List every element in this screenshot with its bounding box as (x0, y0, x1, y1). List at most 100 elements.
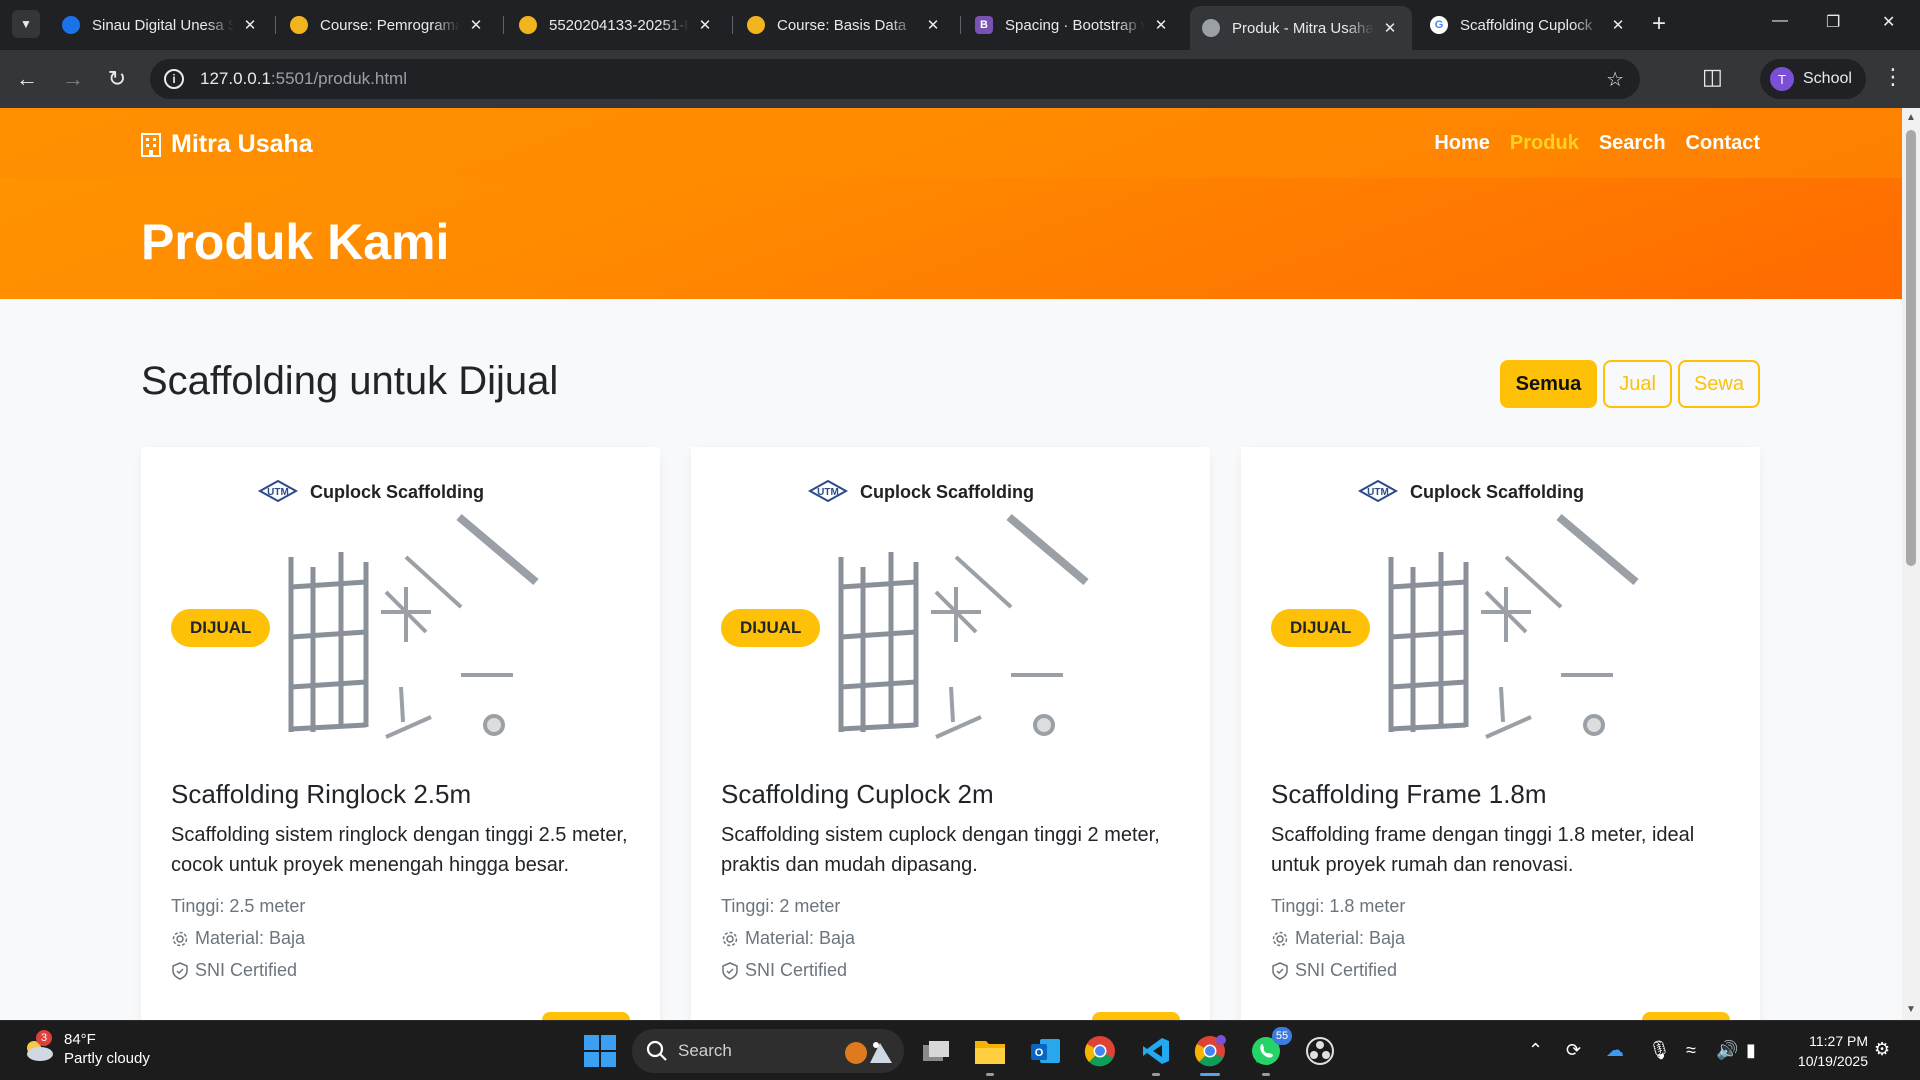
nav-contact[interactable]: Contact (1686, 132, 1760, 155)
bootstrap-icon: B (975, 16, 993, 34)
close-icon[interactable]: ✕ (466, 16, 486, 34)
whatsapp-icon[interactable]: 55 (1248, 1027, 1292, 1076)
task-view-icon[interactable] (918, 1033, 954, 1069)
battery-icon[interactable]: ▮ (1746, 1040, 1756, 1061)
taskbar-search[interactable]: Search (632, 1029, 904, 1073)
shield-check-icon (1272, 961, 1288, 980)
microphone-icon[interactable]: 🎙 (1648, 1040, 1671, 1061)
new-tab-button[interactable]: + (1652, 12, 1666, 36)
onedrive-icon[interactable]: ☁ (1606, 1040, 1624, 1061)
tab-title: Produk - Mitra Usaha (1232, 19, 1374, 37)
page-title: Produk Kami (141, 214, 450, 270)
outlook-icon[interactable]: O (1028, 1033, 1064, 1069)
back-button[interactable]: ← (12, 64, 42, 94)
site-brand[interactable]: Mitra Usaha (141, 130, 313, 159)
tab-separator (960, 16, 961, 34)
product-card[interactable]: UTM Cuplock Scaffolding DIJUAL Scaffoldi… (1241, 447, 1760, 1020)
menu-icon[interactable]: ⋮ (1882, 64, 1904, 90)
nav-home[interactable]: Home (1434, 132, 1490, 155)
spec-material: Material: Baja (171, 928, 305, 949)
spec-cert-text: SNI Certified (1295, 960, 1398, 980)
chevron-up-icon[interactable]: ⌃ (1528, 1040, 1543, 1061)
close-icon[interactable]: ✕ (1380, 19, 1400, 37)
filter-sewa-button[interactable]: Sewa (1677, 360, 1760, 408)
close-icon[interactable]: ✕ (1608, 16, 1628, 34)
address-bar[interactable]: i 127.0.0.1:5501/produk.html ☆ (150, 59, 1640, 99)
spec-material-text: Material: Baja (1295, 928, 1406, 948)
product-action-button[interactable] (542, 1012, 630, 1020)
profile-button[interactable]: T School (1760, 59, 1866, 99)
tab-title: Course: Basis Data (777, 16, 907, 34)
svg-text:Cuplock Scaffolding: Cuplock Scaffolding (310, 482, 484, 502)
svg-text:UTM: UTM (1367, 487, 1389, 498)
tab-sinau-digital[interactable]: Sinau Digital Unesa S ✕ (50, 8, 272, 42)
weather-widget[interactable]: 3 84°F Partly cloudy (22, 1030, 150, 1068)
svg-text:UTM: UTM (817, 487, 839, 498)
close-icon[interactable]: ✕ (240, 16, 260, 34)
obs-icon[interactable] (1302, 1033, 1338, 1069)
site-info-icon[interactable]: i (164, 69, 184, 89)
status-badge: DIJUAL (171, 609, 271, 647)
tab-search-button[interactable]: ▼ (12, 10, 40, 38)
product-name: Scaffolding Cuplock 2m (721, 779, 994, 809)
tab-course-pemrograman[interactable]: Course: Pemrograma ✕ (278, 8, 498, 42)
system-clock[interactable]: 11:27 PM 10/19/2025 (1782, 1031, 1868, 1071)
globe-icon (1202, 19, 1220, 37)
tab-bootstrap-spacing[interactable]: B Spacing · Bootstrap v ✕ (963, 8, 1183, 42)
tab-scaffolding-cuplock[interactable]: G Scaffolding Cuplock ✕ (1418, 8, 1640, 42)
close-icon[interactable]: ✕ (923, 16, 943, 34)
reload-button[interactable]: ↻ (102, 64, 132, 94)
svg-text:Cuplock Scaffolding: Cuplock Scaffolding (860, 482, 1034, 502)
product-image: UTM Cuplock Scaffolding (141, 447, 660, 757)
unesa-icon (62, 16, 80, 34)
extensions-icon[interactable]: ◫ (1702, 64, 1723, 90)
minimize-icon[interactable]: — (1772, 12, 1788, 30)
sync-icon[interactable]: ⟳ (1566, 1040, 1581, 1061)
weather-badge: 3 (36, 1030, 52, 1046)
file-explorer-icon[interactable] (972, 1033, 1008, 1076)
notification-count: 55 (1272, 1027, 1292, 1045)
close-icon[interactable]: ✕ (1151, 16, 1171, 34)
chrome-school-icon[interactable] (1192, 1033, 1228, 1076)
moodle-icon (290, 16, 308, 34)
nav-search[interactable]: Search (1599, 132, 1666, 155)
scroll-down-icon[interactable]: ▼ (1906, 1004, 1916, 1015)
tab-course-basis-data[interactable]: Course: Basis Data ✕ (735, 8, 955, 42)
windows-start-icon[interactable] (584, 1035, 616, 1067)
search-label: Search (678, 1041, 732, 1060)
spec-certification: SNI Certified (171, 960, 297, 981)
shield-check-icon (172, 961, 188, 980)
filter-group: Semua Jual Sewa (1494, 360, 1760, 408)
avatar: T (1770, 67, 1794, 91)
product-action-button[interactable] (1642, 1012, 1730, 1020)
bookmark-star-icon[interactable]: ☆ (1606, 67, 1624, 92)
section-title: Scaffolding untuk Dijual (141, 359, 559, 403)
filter-jual-button[interactable]: Jual (1603, 360, 1672, 408)
close-icon[interactable]: ✕ (695, 16, 715, 34)
close-window-icon[interactable]: ✕ (1882, 12, 1895, 32)
tab-course-code[interactable]: 5520204133-20251-F ✕ (507, 8, 727, 42)
filter-semua-button[interactable]: Semua (1499, 360, 1598, 408)
brand-name: Mitra Usaha (171, 130, 313, 158)
forward-button[interactable]: → (58, 64, 88, 94)
tab-title: Scaffolding Cuplock (1460, 16, 1593, 34)
scroll-up-icon[interactable]: ▲ (1906, 112, 1916, 123)
nav-produk[interactable]: Produk (1510, 132, 1579, 155)
product-action-button[interactable] (1092, 1012, 1180, 1020)
spec-certification: SNI Certified (721, 960, 847, 981)
spec-height: Tinggi: 2.5 meter (171, 896, 305, 917)
wifi-icon[interactable]: ≈ (1686, 1040, 1696, 1061)
page-scrollbar[interactable]: ▲ ▼ (1902, 108, 1920, 1020)
tab-separator (275, 16, 276, 34)
scrollbar-thumb[interactable] (1906, 130, 1916, 566)
product-card[interactable]: UTM Cuplock Scaffolding DIJUAL Scaffoldi… (141, 447, 660, 1020)
product-card[interactable]: UTM Cuplock Scaffolding DIJUAL Scaffoldi… (691, 447, 1210, 1020)
restore-icon[interactable]: ❐ (1826, 12, 1840, 32)
tab-produk-mitra-usaha[interactable]: Produk - Mitra Usaha ✕ (1190, 6, 1412, 50)
notification-bell-icon[interactable]: ⚙ (1874, 1039, 1890, 1060)
tab-title: Sinau Digital Unesa S (92, 16, 234, 34)
volume-icon[interactable]: 🔊 (1716, 1040, 1738, 1061)
product-description: Scaffolding frame dengan tinggi 1.8 mete… (1271, 824, 1695, 876)
chrome-icon[interactable] (1082, 1033, 1118, 1069)
vscode-icon[interactable] (1138, 1033, 1174, 1076)
